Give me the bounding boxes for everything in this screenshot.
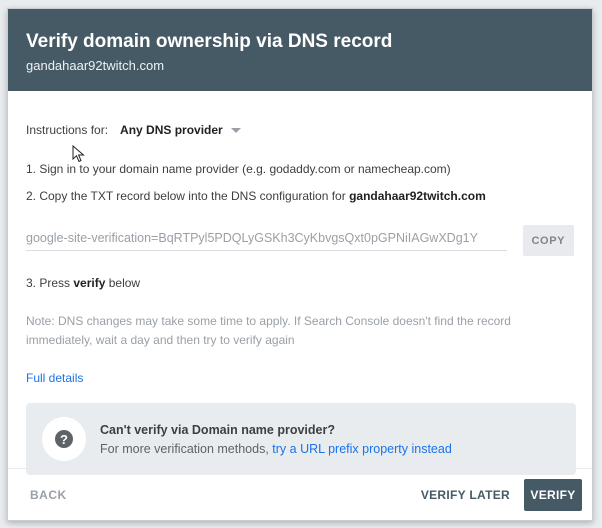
dialog-content: Instructions for: Any DNS provider 1. Si…	[8, 123, 592, 475]
url-prefix-link[interactable]: try a URL prefix property instead	[272, 442, 451, 456]
alternative-title: Can't verify via Domain name provider?	[100, 422, 335, 437]
step-2: 2. Copy the TXT record below into the DN…	[26, 189, 574, 203]
txt-record-row: google-site-verification=BqRTPyl5PDQLyGS…	[26, 225, 574, 256]
mouse-pointer-icon	[72, 145, 85, 163]
alternative-text: Can't verify via Domain name provider? F…	[100, 423, 452, 456]
verify-domain-dialog: Verify domain ownership via DNS record g…	[7, 8, 593, 521]
help-icon: ?	[55, 430, 73, 448]
domain-name: gandahaar92twitch.com	[26, 58, 165, 73]
step-2-text: 2. Copy the TXT record below into the DN…	[26, 189, 350, 203]
full-details-link[interactable]: Full details	[26, 371, 574, 385]
instructions-label: Instructions for:	[26, 123, 109, 137]
dns-provider-value: Any DNS provider	[120, 123, 223, 137]
dialog-title: Verify domain ownership via DNS record	[26, 31, 393, 52]
txt-record-field[interactable]: google-site-verification=BqRTPyl5PDQLyGS…	[26, 231, 507, 251]
instructions-row: Instructions for: Any DNS provider	[26, 123, 574, 137]
step-3-verify: verify	[73, 276, 106, 290]
help-icon-wrapper: ?	[42, 417, 86, 461]
verify-later-button[interactable]: VERIFY LATER	[421, 488, 524, 502]
step-3: 3. Press verify below	[26, 276, 574, 290]
step-3-prefix: 3. Press	[26, 276, 74, 290]
dns-provider-dropdown[interactable]: Any DNS provider	[120, 123, 241, 137]
step-1: 1. Sign in to your domain name provider …	[26, 162, 451, 176]
back-button[interactable]: BACK	[30, 488, 67, 502]
chevron-down-icon	[230, 127, 241, 133]
alternative-body: For more verification methods, try a URL…	[100, 442, 452, 456]
dialog-header: Verify domain ownership via DNS record g…	[8, 9, 592, 91]
step-2-domain: gandahaar92twitch.com	[349, 189, 486, 203]
dns-note: Note: DNS changes may take some time to …	[26, 314, 511, 347]
dialog-footer: BACK VERIFY LATER VERIFY	[8, 468, 592, 520]
alternative-verification-box: ? Can't verify via Domain name provider?…	[26, 403, 576, 475]
copy-button[interactable]: COPY	[522, 225, 574, 256]
alternative-body-text: For more verification methods,	[100, 441, 273, 456]
step-3-suffix: below	[105, 276, 141, 290]
verify-button[interactable]: VERIFY	[524, 478, 582, 511]
